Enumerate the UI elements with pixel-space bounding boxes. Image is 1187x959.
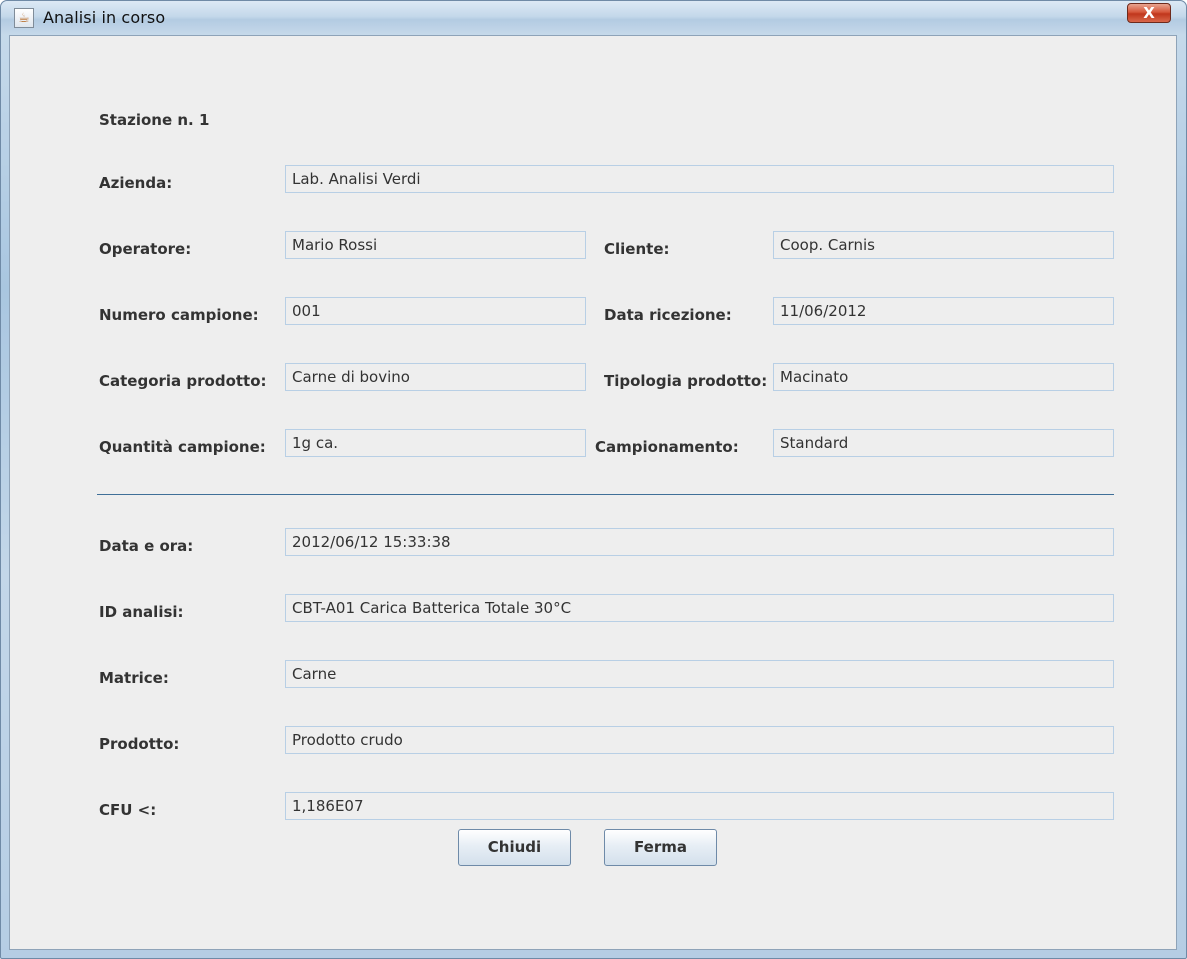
operatore-label: Operatore: (99, 240, 192, 258)
cfu-label: CFU <: (99, 801, 157, 819)
azienda-field[interactable]: Lab. Analisi Verdi (285, 165, 1114, 193)
java-app-icon: ☕ (14, 8, 34, 28)
cliente-field[interactable]: Coop. Carnis (773, 231, 1114, 259)
numero-campione-label: Numero campione: (99, 306, 259, 324)
quantita-campione-label: Quantità campione: (99, 438, 266, 456)
data-ora-field[interactable]: 2012/06/12 15:33:38 (285, 528, 1114, 556)
title-bar[interactable]: ☕ Analisi in corso X (1, 1, 1186, 35)
tipologia-prodotto-label: Tipologia prodotto: (604, 372, 768, 390)
chiudi-button[interactable]: Chiudi (458, 829, 571, 866)
campionamento-field[interactable]: Standard (773, 429, 1114, 457)
id-analisi-field[interactable]: CBT-A01 Carica Batterica Totale 30°C (285, 594, 1114, 622)
data-ricezione-field[interactable]: 11/06/2012 (773, 297, 1114, 325)
operatore-field[interactable]: Mario Rossi (285, 231, 586, 259)
close-button[interactable]: X (1127, 3, 1171, 23)
dialog-window: ☕ Analisi in corso X Stazione n. 1 Azien… (0, 0, 1187, 959)
station-label: Stazione n. 1 (99, 111, 210, 129)
quantita-campione-field[interactable]: 1g ca. (285, 429, 586, 457)
data-ora-label: Data e ora: (99, 537, 194, 555)
numero-campione-field[interactable]: 001 (285, 297, 586, 325)
campionamento-label: Campionamento: (595, 438, 739, 456)
categoria-prodotto-label: Categoria prodotto: (99, 372, 267, 390)
form-panel: Stazione n. 1 Azienda: Lab. Analisi Verd… (9, 35, 1177, 950)
matrice-field[interactable]: Carne (285, 660, 1114, 688)
ferma-button[interactable]: Ferma (604, 829, 717, 866)
data-ricezione-label: Data ricezione: (604, 306, 732, 324)
cliente-label: Cliente: (604, 240, 670, 258)
categoria-prodotto-field[interactable]: Carne di bovino (285, 363, 586, 391)
matrice-label: Matrice: (99, 669, 169, 687)
section-separator (97, 494, 1114, 495)
prodotto-label: Prodotto: (99, 735, 180, 753)
prodotto-field[interactable]: Prodotto crudo (285, 726, 1114, 754)
id-analisi-label: ID analisi: (99, 603, 184, 621)
window-title: Analisi in corso (43, 8, 166, 27)
cfu-field[interactable]: 1,186E07 (285, 792, 1114, 820)
azienda-label: Azienda: (99, 174, 173, 192)
tipologia-prodotto-field[interactable]: Macinato (773, 363, 1114, 391)
